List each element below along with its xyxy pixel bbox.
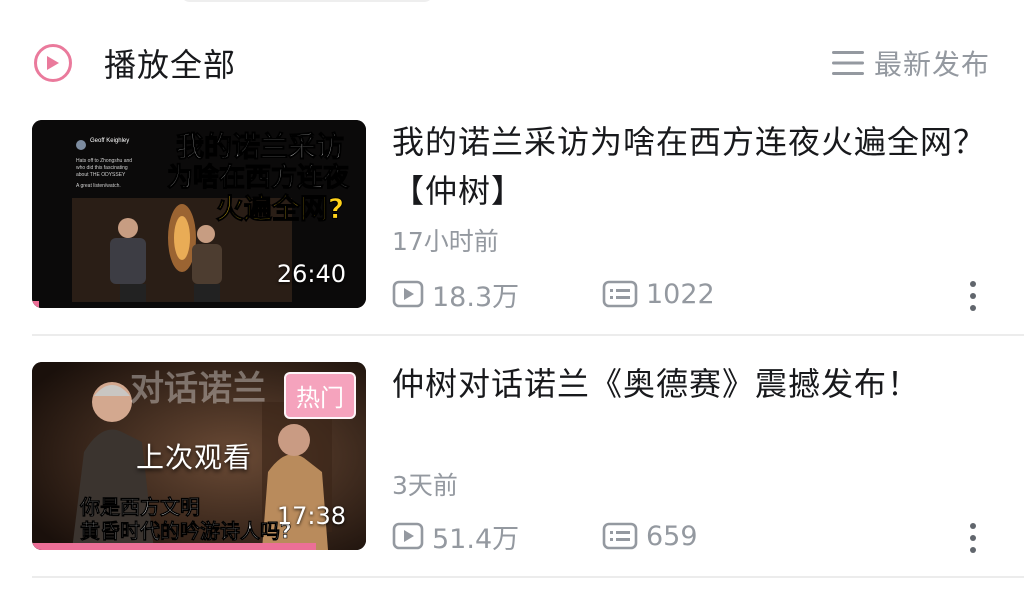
sort-label: 最新发布 [873, 48, 990, 81]
video-item[interactable]: 对话诺兰 你是西方文明 黄昏时代的吟游诗人吗? 热门 上次观看 17:38 仲树… [32, 360, 1024, 570]
danmaku-count: 1022 [602, 274, 715, 314]
play-count-icon [392, 280, 424, 308]
danmaku-icon [602, 280, 638, 308]
tweet-text: who did this fascinating [76, 165, 128, 171]
video-thumbnail[interactable]: 对话诺兰 你是西方文明 黄昏时代的吟游诗人吗? 热门 上次观看 17:38 [32, 362, 366, 550]
video-title[interactable]: 我的诺兰采访为啥在西方连夜火遍全网？ 【仲树】 [392, 118, 990, 216]
video-info: 仲树对话诺兰《奥德赛》震撼发布！ 3天前 51.4万 659 [392, 360, 990, 555]
more-options-icon[interactable] [956, 276, 990, 316]
view-count: 18.3万 [392, 274, 519, 314]
thumbnail-overlay-text: 你是西方文明 [79, 495, 200, 519]
danmaku-count-value: 1022 [646, 278, 715, 310]
video-stats: 51.4万 659 [392, 516, 990, 556]
more-options-icon[interactable] [956, 518, 990, 558]
list-header: 播放全部 最新发布 [34, 38, 990, 88]
thumbnail-headline: 我的诺兰采访 [176, 130, 344, 163]
danmaku-icon [602, 522, 638, 550]
tweet-text: about THE ODYSSEY [76, 172, 126, 178]
sort-lines-icon [831, 51, 864, 75]
video-title[interactable]: 仲树对话诺兰《奥德赛》震撼发布！ [392, 360, 990, 409]
play-all-button[interactable]: 播放全部 [34, 40, 236, 86]
video-duration: 26:40 [276, 260, 346, 288]
danmaku-count-value: 659 [646, 520, 698, 552]
video-stats: 18.3万 1022 [392, 274, 990, 314]
divider [32, 576, 1024, 578]
video-item[interactable]: Geoff Keighley Hats off to Zhongshu and … [32, 118, 1024, 328]
thumbnail-overlay-text: 对话诺兰 [130, 369, 266, 409]
filter-pill[interactable] [180, 0, 434, 2]
danmaku-count: 659 [602, 516, 698, 556]
tweet-text: A great listen/watch. [76, 183, 121, 189]
video-thumbnail[interactable]: Geoff Keighley Hats off to Zhongshu and … [32, 120, 366, 308]
play-circle-icon [34, 44, 72, 82]
tweet-name: Geoff Keighley [90, 138, 129, 144]
play-count-icon [392, 522, 424, 550]
video-duration: 17:38 [276, 502, 346, 530]
view-count-value: 18.3万 [432, 281, 520, 313]
thumbnail-headline: 为啥在西方连夜 [167, 162, 350, 193]
view-count: 51.4万 [392, 516, 519, 556]
thumbnail-overlay-text: 黄昏时代的吟游诗人吗? [80, 519, 292, 543]
last-watched-label: 上次观看 [136, 441, 253, 474]
video-info: 我的诺兰采访为啥在西方连夜火遍全网？ 【仲树】 17小时前 18.3万 1022 [392, 118, 990, 313]
play-all-label: 播放全部 [104, 46, 237, 84]
watch-progress-bar [32, 543, 316, 550]
sort-button[interactable]: 最新发布 [831, 40, 990, 86]
hot-badge: 热门 [284, 372, 356, 419]
view-count-value: 51.4万 [432, 523, 520, 555]
tweet-text: Hats off to Zhongshu and [76, 158, 132, 164]
watch-progress-bar [32, 301, 39, 308]
thumbnail-headline: 火遍全网? [216, 192, 344, 225]
divider [32, 334, 1024, 336]
publish-time: 17小时前 [392, 227, 499, 256]
publish-time: 3天前 [392, 471, 458, 500]
